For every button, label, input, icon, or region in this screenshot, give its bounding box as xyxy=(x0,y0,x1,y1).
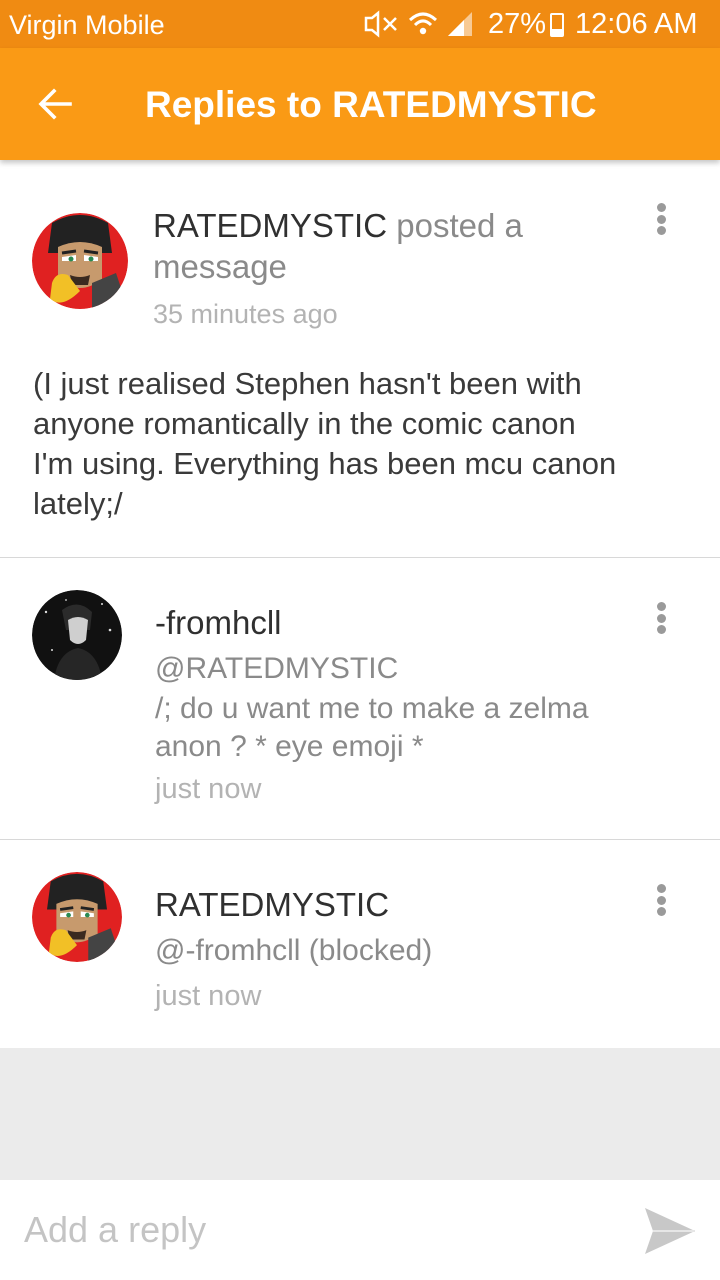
send-icon[interactable] xyxy=(643,1204,697,1258)
reply-author[interactable]: -fromhcll xyxy=(155,604,282,642)
page-title: Replies to RATEDMYSTIC xyxy=(145,84,597,125)
post-body-line: (I just realised Stephen hasn't been wit… xyxy=(33,366,582,401)
post-body-line: lately;/ xyxy=(33,486,123,521)
wifi-icon xyxy=(408,12,438,35)
clock: 12:06 AM xyxy=(575,8,698,40)
more-options-icon[interactable] xyxy=(649,880,673,920)
post-body: (I just realised Stephen hasn't been wit… xyxy=(33,364,693,524)
reply-mention[interactable]: @-fromhcll (blocked) xyxy=(155,934,432,968)
post-action-line2: message xyxy=(153,248,287,285)
reply-text: /; do u want me to make a zelma anon ? *… xyxy=(155,690,589,766)
avatar[interactable] xyxy=(32,872,122,962)
reply-input[interactable] xyxy=(24,1204,604,1256)
battery-icon xyxy=(550,13,564,37)
reply-time: just now xyxy=(155,773,262,805)
more-options-icon[interactable] xyxy=(649,598,673,638)
status-icons xyxy=(362,10,474,38)
arrow-left-icon[interactable] xyxy=(36,84,76,124)
reply-text-line: /; do u want me to make a zelma xyxy=(155,692,589,725)
avatar[interactable] xyxy=(32,590,122,680)
avatar[interactable] xyxy=(32,213,128,309)
mute-icon xyxy=(364,10,397,38)
original-post: RATEDMYSTIC posted a message 35 minutes … xyxy=(0,160,720,557)
reply-mention[interactable]: @RATEDMYSTIC xyxy=(155,652,398,686)
reply-composer xyxy=(0,1180,720,1280)
post-time: 35 minutes ago xyxy=(153,299,338,329)
post-header: RATEDMYSTIC posted a message xyxy=(153,205,623,287)
reply-author[interactable]: RATEDMYSTIC xyxy=(155,886,389,924)
post-action: posted a xyxy=(396,207,523,244)
reply-time: just now xyxy=(155,980,262,1012)
post-author[interactable]: RATEDMYSTIC xyxy=(153,207,387,244)
reply-item: RATEDMYSTIC @-fromhcll (blocked) just no… xyxy=(0,840,720,1048)
signal-icon xyxy=(448,12,472,36)
post-body-line: anyone romantically in the comic canon xyxy=(33,406,576,441)
status-bar: Virgin Mobile 27% 12:06 AM xyxy=(0,0,720,48)
reply-text-line: anon ? * eye emoji * xyxy=(155,730,424,763)
battery-percent: 27% xyxy=(488,8,547,40)
more-options-icon[interactable] xyxy=(649,199,673,239)
app-toolbar: Replies to RATEDMYSTIC xyxy=(0,48,720,160)
carrier-name: Virgin Mobile xyxy=(9,10,165,40)
reply-item: -fromhcll @RATEDMYSTIC /; do u want me t… xyxy=(0,558,720,839)
post-body-line: I'm using. Everything has been mcu canon xyxy=(33,446,617,481)
